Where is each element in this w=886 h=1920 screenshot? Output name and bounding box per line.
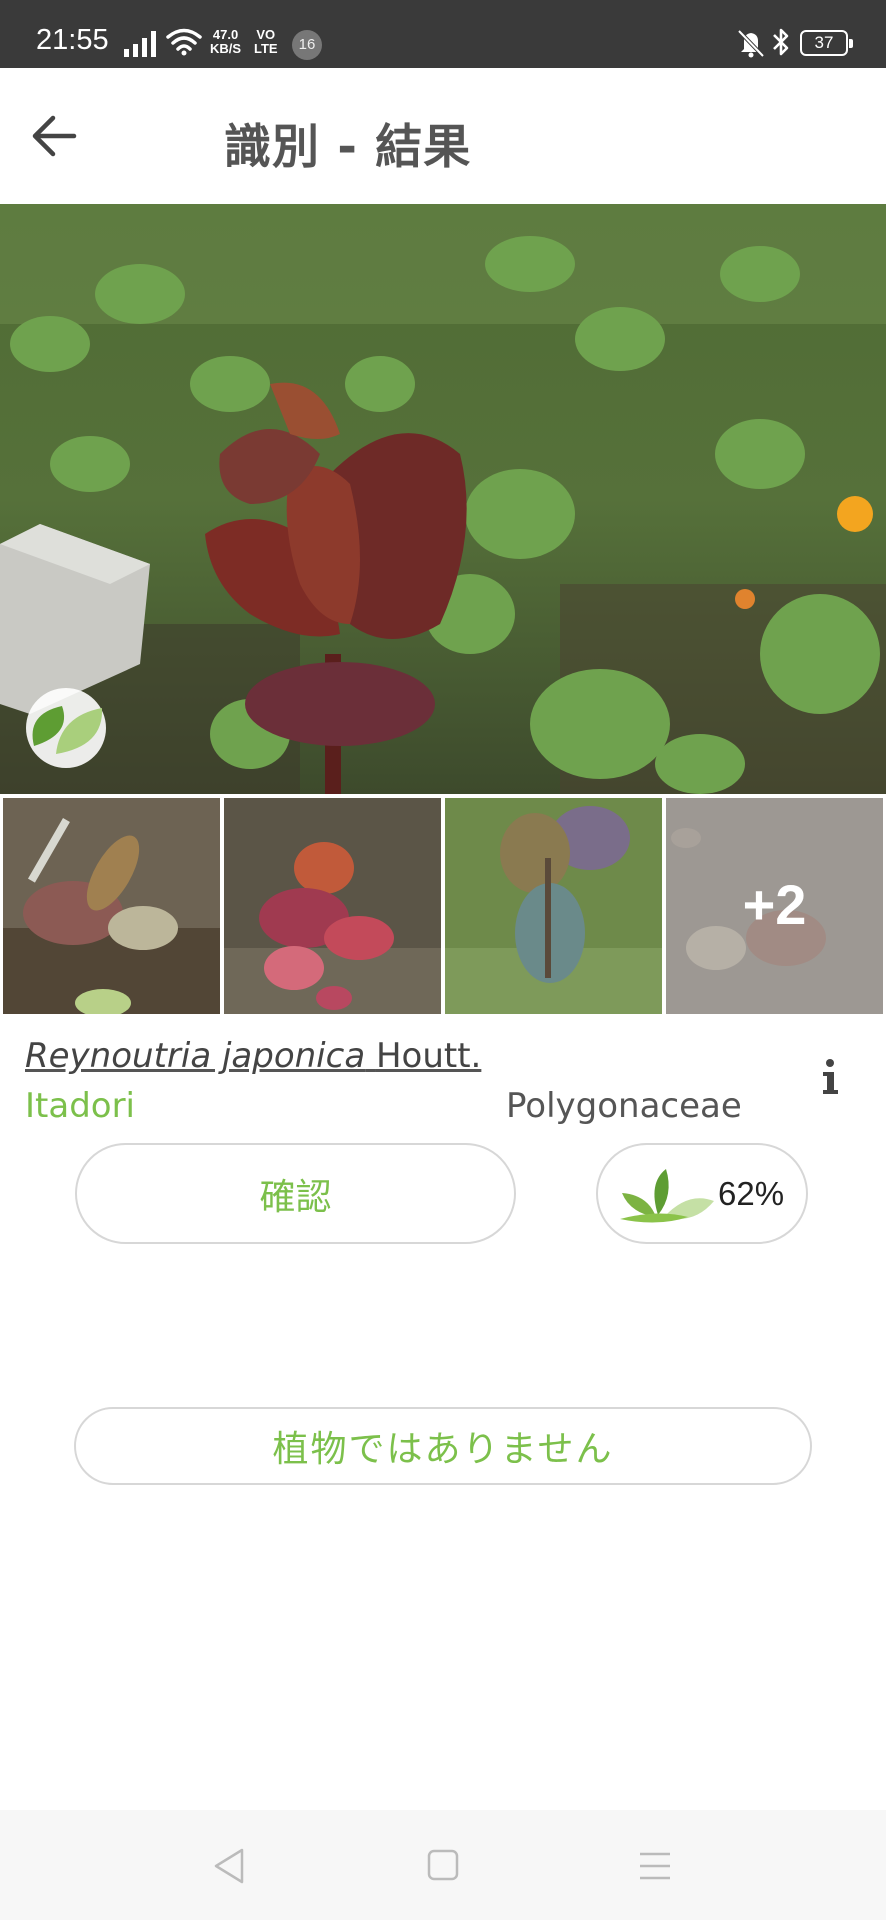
info-icon[interactable] [818,1058,842,1098]
network-speed: 47.0 KB/S [210,27,242,56]
status-time: 21:55 [36,24,109,56]
species-name-link[interactable]: Reynoutria japonica Houtt. [25,1036,481,1076]
confidence-score-badge[interactable]: 62% [596,1143,808,1244]
notification-count-badge: 16 [292,30,322,60]
arrow-left-icon[interactable] [26,106,86,166]
leaf-logo-icon [26,688,106,768]
thumbnail-4-more[interactable]: +2 [666,798,883,1014]
thumbnail-3[interactable] [445,798,662,1014]
nav-menu-icon[interactable] [638,1850,672,1882]
more-photos-count: +2 [742,873,807,936]
signal-icon [124,31,156,57]
bluetooth-icon [773,28,789,56]
thumbnail-2[interactable] [224,798,441,1014]
system-nav-bar [0,1810,886,1920]
nav-back-icon[interactable] [212,1846,248,1886]
thumbnail-1[interactable] [3,798,220,1014]
scientific-name: Reynoutria japonica [25,1036,366,1076]
sprout-leaves-icon [620,1169,714,1223]
plant-photo-image [0,204,886,794]
species-author: Houtt. [375,1036,482,1076]
status-bar: 21:55 47.0 KB/S VO LTE 16 37 [0,0,886,68]
common-name: Itadori [25,1086,136,1126]
volte-indicator: VO LTE [254,27,278,56]
page-title: 識別 - 結果 [224,120,472,175]
main-plant-photo[interactable] [0,204,886,794]
app-header: 識別 - 結果 [0,68,886,204]
mute-bell-icon [737,29,765,58]
not-a-plant-button[interactable]: 植物ではありません [74,1407,812,1485]
confidence-score: 62% [718,1175,785,1212]
nav-home-icon[interactable] [426,1848,460,1882]
thumbnail-strip: +2 [0,798,886,1014]
wifi-icon [166,28,202,56]
battery-indicator: 37 [800,30,853,56]
family-name: Polygonaceae [506,1086,742,1126]
confirm-button[interactable]: 確認 [75,1143,516,1244]
